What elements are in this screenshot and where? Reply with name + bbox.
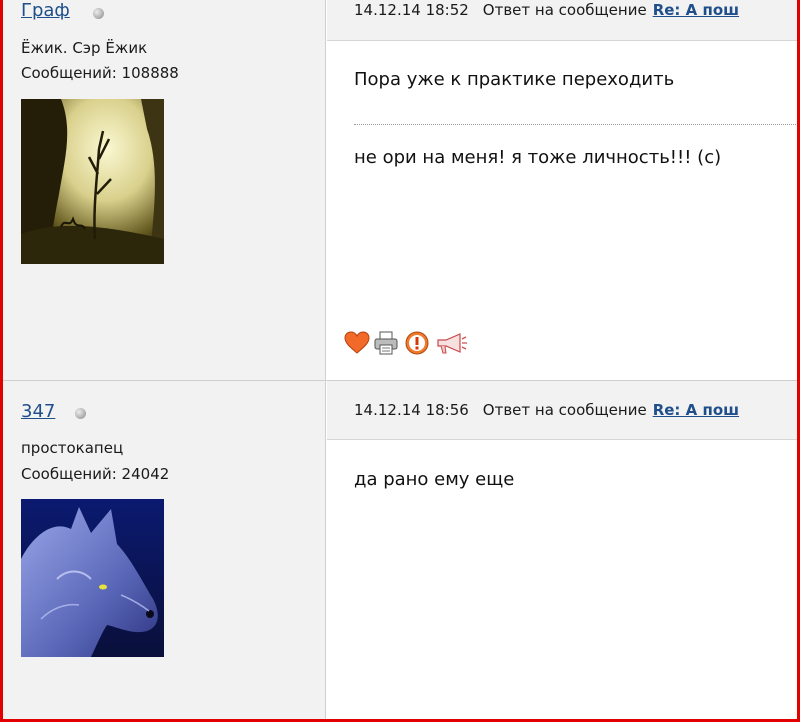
offline-status-icon [75, 408, 86, 419]
post-body: Пора уже к практике переходить [354, 69, 675, 90]
megaphone-icon[interactable] [434, 330, 468, 356]
post-body: да рано ему еще [354, 469, 515, 490]
reply-label: Ответ на сообщение [482, 1, 647, 19]
username-link[interactable]: Граф [21, 0, 70, 21]
reply-label: Ответ на сообщение [482, 401, 647, 419]
reply-link[interactable]: Re: А пош [653, 401, 739, 419]
twilight-tree-avatar [21, 99, 164, 264]
avatar[interactable] [21, 499, 164, 657]
offline-status-icon [93, 8, 104, 19]
author-panel: 347 простокапец Сообщений: 24042 [0, 381, 326, 722]
post-date: 14.12.14 18:52 [354, 1, 469, 19]
post-date: 14.12.14 18:56 [354, 401, 469, 419]
forum-post: 347 простокапец Сообщений: 24042 14.12.1… [0, 381, 800, 722]
user-title: Ёжик. Сэр Ёжик [21, 39, 148, 57]
avatar[interactable] [21, 99, 164, 264]
username-link[interactable]: 347 [21, 401, 55, 422]
signature: не ори на меня! я тоже личность!!! (с) [354, 147, 722, 168]
print-icon[interactable] [373, 330, 399, 356]
wolf-avatar [21, 499, 164, 657]
author-panel: Граф Ёжик. Сэр Ёжик Сообщений: 108888 [0, 0, 326, 380]
user-title: простокапец [21, 439, 124, 457]
signature-divider [354, 124, 800, 125]
forum-post: Граф Ёжик. Сэр Ёжик Сообщений: 108888 14… [0, 0, 800, 380]
heart-icon[interactable] [344, 330, 370, 356]
post-header: 14.12.14 18:52 Ответ на сообщение Re: А по… [327, 0, 800, 41]
post-count: Сообщений: 24042 [21, 465, 170, 483]
reply-link[interactable]: Re: А пош [653, 1, 739, 19]
post-header: 14.12.14 18:56 Ответ на сообщение Re: А по… [327, 381, 800, 440]
warning-icon[interactable] [404, 330, 430, 356]
post-count: Сообщений: 108888 [21, 64, 179, 82]
